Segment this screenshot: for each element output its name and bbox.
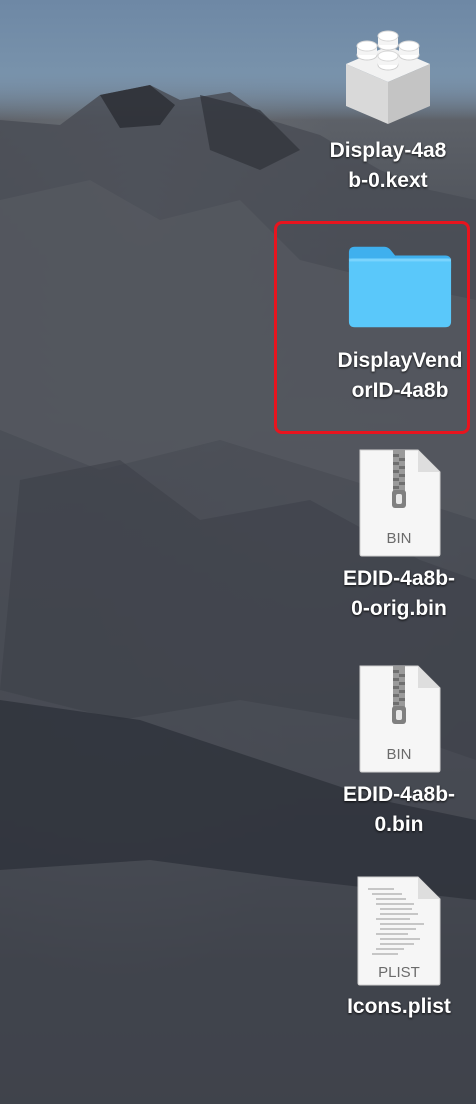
icon-label: Display-4a8 b-0.kext [329,139,447,192]
desktop-icon-edid-orig-bin[interactable]: BIN EDID-4a8b- 0-orig.bin [311,448,476,624]
file-type-badge: BIN [386,530,412,547]
desktop-icon-edid-bin[interactable]: BIN EDID-4a8b- 0.bin [311,664,476,840]
folder-icon [345,230,455,340]
file-type-badge: BIN [386,746,412,763]
icon-label: Icons.plist [347,995,451,1018]
icon-label: EDID-4a8b- 0-orig.bin [342,567,456,620]
desktop-icon-icons-plist[interactable]: PLIST Icons.plist [311,876,476,1022]
desktop-icon-folder[interactable]: DisplayVend orID-4a8b [312,230,476,406]
icon-label: DisplayVend orID-4a8b [337,349,463,402]
file-type-badge: PLIST [378,964,420,981]
kext-bundle-icon [333,20,443,130]
icon-label: EDID-4a8b- 0.bin [342,783,456,836]
desktop-icon-kext[interactable]: Display-4a8 b-0.kext [300,20,476,196]
